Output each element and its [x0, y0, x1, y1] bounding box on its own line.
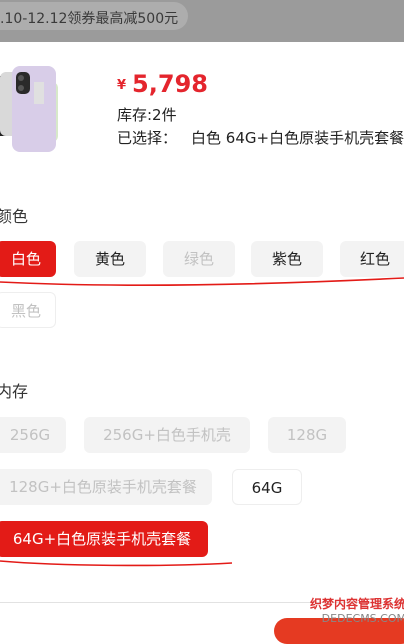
- watermark: 织梦内容管理系统 DEDECMS.COM: [296, 595, 404, 625]
- price-value: 5,798: [132, 70, 208, 98]
- color-option-purple[interactable]: 紫色: [251, 241, 323, 277]
- storage-option-128g-case[interactable]: 128G+白色原装手机壳套餐: [0, 469, 212, 505]
- price: ¥5,798: [117, 70, 208, 98]
- promo-banner: .10-12.12领券最高减500元: [0, 0, 404, 42]
- color-section-title: 颜色: [0, 207, 29, 226]
- watermark-line2: DEDECMS.COM: [321, 612, 404, 625]
- storage-option-128g[interactable]: 128G: [268, 417, 346, 453]
- color-option-white[interactable]: 白色: [0, 241, 56, 277]
- storage-option-64g[interactable]: 64G: [232, 469, 302, 505]
- selected-label: 已选择：: [117, 129, 178, 147]
- selected-value: 白色 64G+白色原装手机壳套餐: [191, 129, 404, 147]
- selected-summary: 已选择： 白色 64G+白色原装手机壳套餐: [117, 127, 404, 148]
- storage-section-title: 内存: [0, 382, 29, 401]
- color-option-green[interactable]: 绿色: [163, 241, 235, 277]
- storage-option-256g-case[interactable]: 256G+白色手机壳: [84, 417, 250, 453]
- swoosh-underline: [0, 560, 233, 567]
- product-thumbnail: [0, 66, 58, 152]
- currency-symbol: ¥: [117, 78, 127, 93]
- swoosh-underline: [0, 277, 404, 287]
- stock-text: 库存:2件: [117, 106, 177, 124]
- storage-option-256g[interactable]: 256G: [0, 417, 66, 453]
- color-option-yellow[interactable]: 黄色: [74, 241, 146, 277]
- promo-text: .10-12.12领券最高减500元: [0, 11, 179, 27]
- storage-option-64g-case[interactable]: 64G+白色原装手机壳套餐: [0, 521, 208, 557]
- watermark-line1: 织梦内容管理系统: [309, 597, 404, 611]
- color-option-red[interactable]: 红色: [340, 241, 404, 277]
- color-option-black[interactable]: 黑色: [0, 292, 56, 328]
